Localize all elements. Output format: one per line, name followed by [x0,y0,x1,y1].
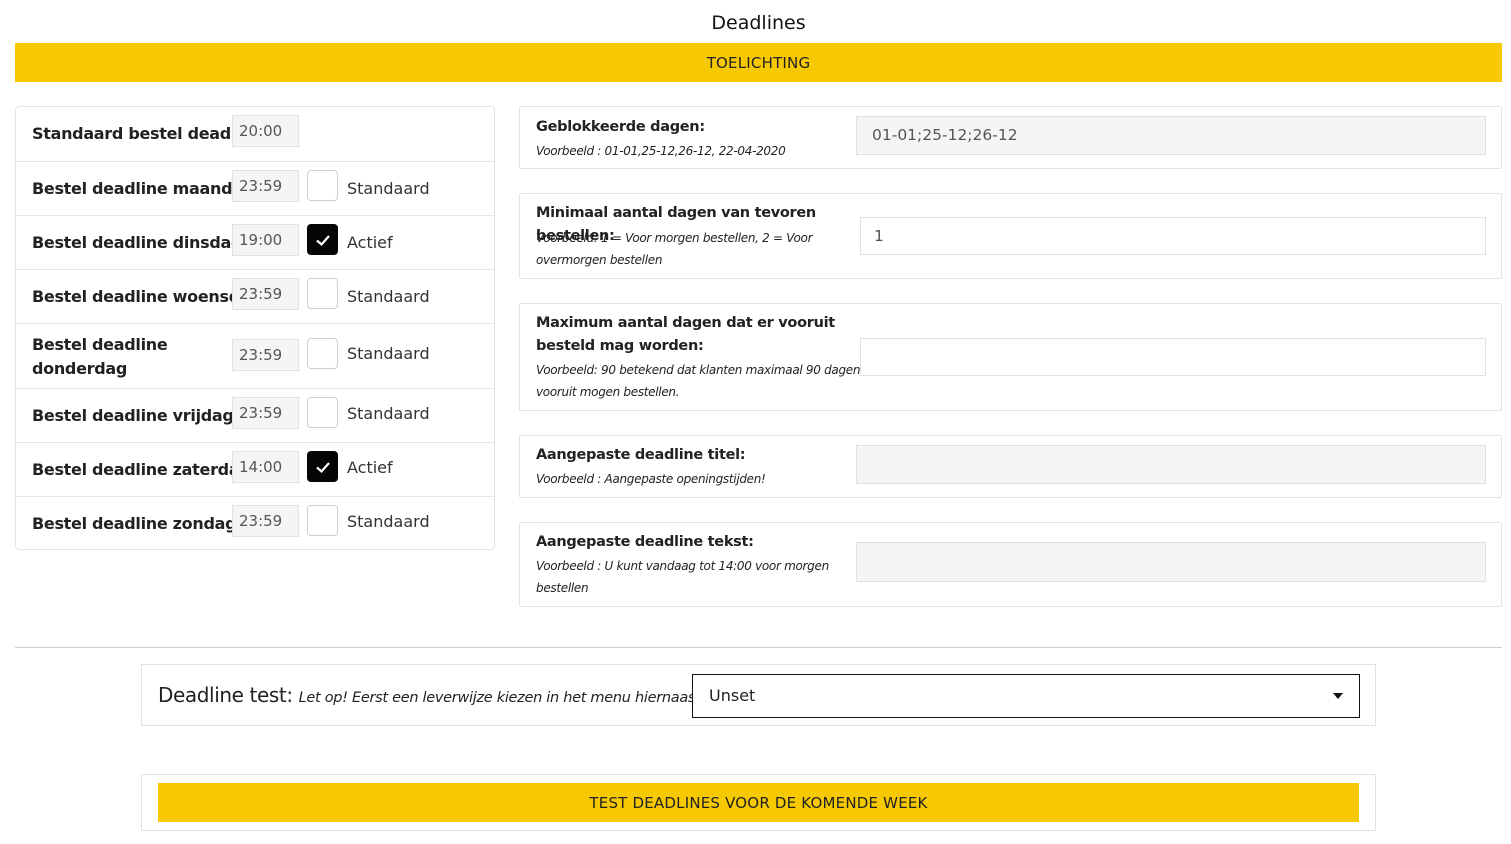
checkbox-label: Standaard [347,512,430,531]
checkbox-vrijdag[interactable] [307,397,338,428]
checkbox-label: Standaard [347,179,430,198]
deadline-row-standaard: Standaard bestel deadline 20:00 [16,107,494,161]
checkbox-label: Standaard [347,344,430,363]
custom-text-example: Voorbeeld : U kunt vandaag tot 14:00 voo… [536,559,829,595]
checkbox-dinsdag[interactable] [307,224,338,255]
time-input-standaard[interactable]: 20:00 [232,115,299,147]
custom-text-label: Aangepaste deadline tekst: [536,534,754,550]
blocked-days-example: Voorbeeld : 01-01,25-12,26-12, 22-04-202… [536,144,786,158]
deadline-label: Standaard bestel deadline [32,124,263,143]
check-icon [316,235,330,247]
max-days-label: Maximum aantal dagen dat er vooruit best… [536,315,835,354]
max-days-input[interactable] [860,338,1486,376]
custom-title-panel: Aangepaste deadline titel: Voorbeeld : A… [519,435,1502,498]
custom-text-input[interactable] [856,542,1486,582]
custom-title-example: Voorbeeld : Aangepaste openingstijden! [536,472,766,486]
min-days-panel: Minimaal aantal dagen van tevoren bestel… [519,193,1502,279]
time-input-woensdag[interactable]: 23:59 [232,278,299,310]
deadline-test-note: Let op! Eerst een leverwijze kiezen in h… [298,690,706,706]
blocked-days-panel: Geblokkeerde dagen: Voorbeeld : 01-01,25… [519,106,1502,169]
checkbox-zondag[interactable] [307,505,338,536]
max-days-example: Voorbeeld: 90 betekend dat klanten maxim… [536,363,861,399]
divider [15,647,1502,648]
deadline-row-zaterdag: Bestel deadline zaterdag 14:00 Actief [16,442,494,496]
checkbox-label: Standaard [347,287,430,306]
page-title: Deadlines [711,12,806,34]
deadline-row-dinsdag: Bestel deadline dinsdag 19:00 Actief [16,215,494,269]
deadline-test-heading: Deadline test: Let op! Eerst een leverwi… [158,681,705,712]
test-button-panel: TEST DEADLINES VOOR DE KOMENDE WEEK [141,774,1376,831]
custom-title-label: Aangepaste deadline titel: [536,447,746,463]
time-input-zondag[interactable]: 23:59 [232,505,299,537]
deadline-row-donderdag: Bestel deadline donderdag 23:59 Standaar… [16,323,494,388]
deadline-row-zondag: Bestel deadline zondag 23:59 Standaard [16,496,494,550]
test-deadlines-button[interactable]: TEST DEADLINES VOOR DE KOMENDE WEEK [158,783,1359,822]
deadline-row-vrijdag: Bestel deadline vrijdag 23:59 Standaard [16,388,494,442]
checkbox-label: Standaard [347,404,430,423]
max-days-panel: Maximum aantal dagen dat er vooruit best… [519,303,1502,411]
time-input-vrijdag[interactable]: 23:59 [232,397,299,429]
delivery-method-select[interactable]: Unset [692,674,1360,718]
delivery-method-selected: Unset [709,686,756,705]
checkbox-woensdag[interactable] [307,278,338,309]
deadline-row-woensdag: Bestel deadline woensdag 23:59 Standaard [16,269,494,323]
custom-text-panel: Aangepaste deadline tekst: Voorbeeld : U… [519,522,1502,607]
min-days-example: Voorbeeld: 1 = Voor morgen bestellen, 2 … [536,231,813,267]
deadline-test-title: Deadline test: [158,683,293,707]
custom-title-input[interactable] [856,445,1486,484]
deadline-test-panel: Deadline test: Let op! Eerst een leverwi… [141,664,1376,726]
checkbox-label: Actief [347,458,393,477]
deadline-label: Bestel deadline zaterdag [32,460,251,479]
checkbox-donderdag[interactable] [307,338,338,369]
deadline-label: Bestel deadline woensdag [32,287,262,306]
blocked-days-label: Geblokkeerde dagen: [536,119,705,135]
deadline-panel: Standaard bestel deadline 20:00 Bestel d… [15,106,495,550]
toelichting-button[interactable]: TOELICHTING [15,43,1502,82]
blocked-days-input[interactable]: 01-01;25-12;26-12 [856,116,1486,155]
deadline-label: Bestel deadline donderdag [32,335,168,378]
checkbox-label: Actief [347,233,393,252]
time-input-zaterdag[interactable]: 14:00 [232,451,299,483]
min-days-input[interactable]: 1 [860,217,1486,255]
checkbox-zaterdag[interactable] [307,451,338,482]
check-icon [316,462,330,474]
deadline-label: Bestel deadline maandag [32,179,254,198]
time-input-maandag[interactable]: 23:59 [232,170,299,202]
checkbox-maandag[interactable] [307,170,338,201]
time-input-donderdag[interactable]: 23:59 [232,339,299,371]
deadline-label: Bestel deadline dinsdag [32,233,243,252]
deadline-label: Bestel deadline zondag [32,514,237,533]
deadline-label: Bestel deadline vrijdag [32,406,234,425]
time-input-dinsdag[interactable]: 19:00 [232,224,299,256]
caret-down-icon [1333,693,1343,699]
deadline-row-maandag: Bestel deadline maandag 23:59 Standaard [16,161,494,215]
